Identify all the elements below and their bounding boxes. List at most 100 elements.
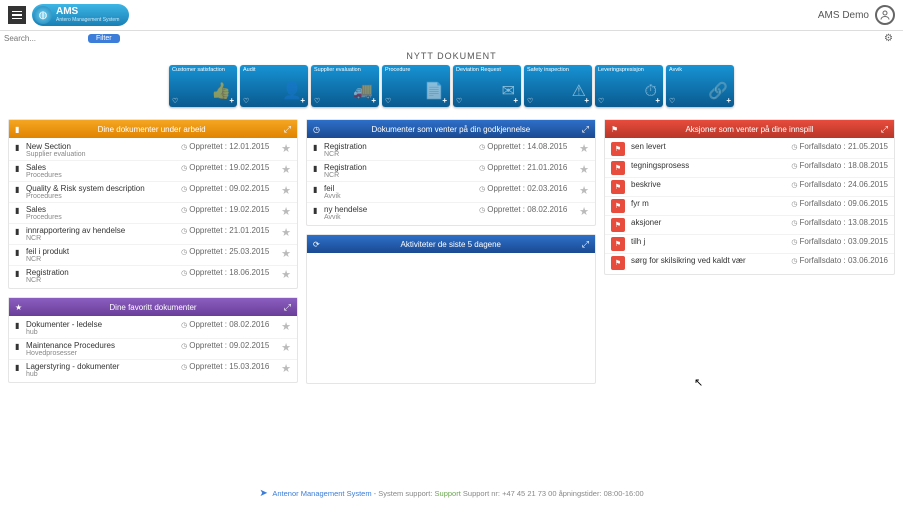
item-subtitle: Avvik bbox=[324, 193, 479, 200]
filter-button[interactable]: Filter bbox=[88, 34, 120, 43]
expand-icon[interactable]: ⤢ bbox=[284, 124, 291, 135]
item-date: ◷Opprettet : 12.01.2015 bbox=[181, 142, 273, 151]
plus-icon[interactable]: + bbox=[300, 96, 305, 105]
favorite-star-icon[interactable]: ★ bbox=[579, 205, 589, 218]
brand-logo[interactable]: ◍ AMS Antero Management System bbox=[32, 4, 129, 26]
list-item[interactable]: ⚑ fyr m ◷Forfallsdato : 09.06.2015 bbox=[605, 197, 894, 216]
item-title: tilh j bbox=[631, 237, 791, 246]
list-item[interactable]: ⚑ beskrive ◷Forfallsdato : 24.06.2015 bbox=[605, 178, 894, 197]
list-item[interactable]: ⚑ tegningsprosess ◷Forfallsdato : 18.08.… bbox=[605, 159, 894, 178]
item-title: feil bbox=[324, 184, 479, 193]
gear-icon[interactable]: ⚙ bbox=[884, 33, 899, 44]
favorite-star-icon[interactable]: ★ bbox=[281, 142, 291, 155]
favorite-star-icon[interactable]: ★ bbox=[281, 163, 291, 176]
list-item[interactable]: ⚑ sørg for skilsikring ved kaldt vær ◷Fo… bbox=[605, 254, 894, 272]
list-item[interactable]: ⚑ aksjoner ◷Forfallsdato : 13.08.2015 bbox=[605, 216, 894, 235]
expand-icon[interactable]: ⤢ bbox=[582, 124, 589, 135]
item-date: ◷Opprettet : 09.02.2015 bbox=[181, 341, 273, 350]
list-item[interactable]: ▮ Registration NCR ◷Opprettet : 14.08.20… bbox=[307, 140, 595, 161]
item-subtitle: NCR bbox=[324, 151, 479, 158]
expand-icon[interactable]: ⤢ bbox=[284, 302, 291, 313]
expand-icon[interactable]: ⤢ bbox=[582, 239, 589, 250]
tile-glyph-icon: 👤 bbox=[282, 81, 302, 101]
item-date: ◷Opprettet : 08.02.2016 bbox=[181, 320, 273, 329]
favorite-star-icon[interactable]: ★ bbox=[281, 341, 291, 354]
plus-icon[interactable]: + bbox=[442, 96, 447, 105]
doc-type-tile[interactable]: Procedure 📄 ♡ + bbox=[382, 65, 450, 107]
favorite-star-icon[interactable]: ★ bbox=[281, 362, 291, 375]
plus-icon[interactable]: + bbox=[726, 96, 731, 105]
list-item[interactable]: ▮ feil Avvik ◷Opprettet : 02.03.2016 ★ bbox=[307, 182, 595, 203]
favorite-star-icon[interactable]: ★ bbox=[281, 247, 291, 260]
doc-type-tile[interactable]: Customer satisfaction 👍 ♡ + bbox=[169, 65, 237, 107]
support-link[interactable]: Support bbox=[435, 489, 461, 498]
plus-icon[interactable]: + bbox=[371, 96, 376, 105]
list-item[interactable]: ▮ Sales Procedures ◷Opprettet : 19.02.20… bbox=[9, 203, 297, 224]
user-avatar[interactable] bbox=[875, 5, 895, 25]
list-item[interactable]: ▮ Lagerstyring - dokumenter hub ◷Opprett… bbox=[9, 360, 297, 380]
favorite-star-icon[interactable]: ★ bbox=[281, 320, 291, 333]
heart-icon[interactable]: ♡ bbox=[598, 97, 604, 105]
doc-type-tile[interactable]: Safety inspection ⚠ ♡ + bbox=[524, 65, 592, 107]
clock-icon: ◷ bbox=[791, 257, 797, 265]
heart-icon[interactable]: ♡ bbox=[172, 97, 178, 105]
plus-icon[interactable]: + bbox=[655, 96, 660, 105]
heart-icon[interactable]: ♡ bbox=[243, 97, 249, 105]
favorite-star-icon[interactable]: ★ bbox=[579, 142, 589, 155]
doc-type-tile[interactable]: Audit 👤 ♡ + bbox=[240, 65, 308, 107]
list-item[interactable]: ▮ Registration NCR ◷Opprettet : 18.06.20… bbox=[9, 266, 297, 286]
favorite-star-icon[interactable]: ★ bbox=[281, 226, 291, 239]
heart-icon[interactable]: ♡ bbox=[314, 97, 320, 105]
plus-icon[interactable]: + bbox=[584, 96, 589, 105]
search-input[interactable] bbox=[4, 34, 84, 43]
doc-type-tile[interactable]: Deviation Request ✉ ♡ + bbox=[453, 65, 521, 107]
favorite-star-icon[interactable]: ★ bbox=[579, 163, 589, 176]
clock-icon: ◷ bbox=[181, 248, 187, 256]
heart-icon[interactable]: ♡ bbox=[669, 97, 675, 105]
list-item[interactable]: ▮ feil i produkt NCR ◷Opprettet : 25.03.… bbox=[9, 245, 297, 266]
plus-icon[interactable]: + bbox=[229, 96, 234, 105]
item-subtitle: NCR bbox=[26, 277, 181, 284]
list-item[interactable]: ▮ New Section Supplier evaluation ◷Oppre… bbox=[9, 140, 297, 161]
panel-favorites: ★ Dine favoritt dokumenter ⤢ ▮ Dokumente… bbox=[8, 297, 298, 383]
item-date: ◷Forfallsdato : 03.06.2016 bbox=[791, 256, 888, 265]
favorite-star-icon[interactable]: ★ bbox=[281, 268, 291, 281]
favorite-star-icon[interactable]: ★ bbox=[579, 184, 589, 197]
list-item[interactable]: ▮ Dokumenter - ledelse hub ◷Opprettet : … bbox=[9, 318, 297, 339]
list-item[interactable]: ▮ Registration NCR ◷Opprettet : 21.01.20… bbox=[307, 161, 595, 182]
clock-icon: ◷ bbox=[791, 219, 797, 227]
item-subtitle: NCR bbox=[26, 256, 181, 263]
list-item[interactable]: ▮ Sales Procedures ◷Opprettet : 19.02.20… bbox=[9, 161, 297, 182]
favorite-star-icon[interactable]: ★ bbox=[281, 205, 291, 218]
clock-icon: ◷ bbox=[181, 143, 187, 151]
tile-label: Safety inspection bbox=[527, 67, 589, 73]
list-item[interactable]: ▮ ny hendelse Avvik ◷Opprettet : 08.02.2… bbox=[307, 203, 595, 223]
list-item[interactable]: ⚑ tilh j ◷Forfallsdato : 03.09.2015 bbox=[605, 235, 894, 254]
item-title: tegningsprosess bbox=[631, 161, 791, 170]
heart-icon[interactable]: ♡ bbox=[527, 97, 533, 105]
user-label: AMS Demo bbox=[818, 10, 869, 21]
heart-icon[interactable]: ♡ bbox=[456, 97, 462, 105]
clock-icon: ◷ bbox=[479, 143, 485, 151]
panel-title: Aktiviteter de siste 5 dagene bbox=[325, 240, 577, 249]
heart-icon[interactable]: ♡ bbox=[385, 97, 391, 105]
doc-type-tile[interactable]: Leveringspresisjon ⏱ ♡ + bbox=[595, 65, 663, 107]
plus-icon[interactable]: + bbox=[513, 96, 518, 105]
item-title: ny hendelse bbox=[324, 205, 479, 214]
doc-type-tile[interactable]: Avvik 🔗 ♡ + bbox=[666, 65, 734, 107]
document-icon: ▮ bbox=[15, 185, 23, 194]
document-icon: ▮ bbox=[15, 206, 23, 215]
globe-icon: ◍ bbox=[34, 6, 52, 24]
menu-button[interactable] bbox=[8, 6, 26, 24]
list-item[interactable]: ▮ Maintenance Procedures Hovedprosesser … bbox=[9, 339, 297, 360]
list-item[interactable]: ▮ Quality & Risk system description Proc… bbox=[9, 182, 297, 203]
doc-type-tile[interactable]: Supplier evaluation 🚚 ♡ + bbox=[311, 65, 379, 107]
item-subtitle: Procedures bbox=[26, 193, 181, 200]
list-item[interactable]: ⚑ sen levert ◷Forfallsdato : 21.05.2015 bbox=[605, 140, 894, 159]
item-date: ◷Forfallsdato : 21.05.2015 bbox=[791, 142, 888, 151]
item-title: Dokumenter - ledelse bbox=[26, 320, 181, 329]
expand-icon[interactable]: ⤢ bbox=[881, 124, 888, 135]
favorite-star-icon[interactable]: ★ bbox=[281, 184, 291, 197]
clock-icon: ◷ bbox=[479, 206, 485, 214]
list-item[interactable]: ▮ innrapportering av hendelse NCR ◷Oppre… bbox=[9, 224, 297, 245]
